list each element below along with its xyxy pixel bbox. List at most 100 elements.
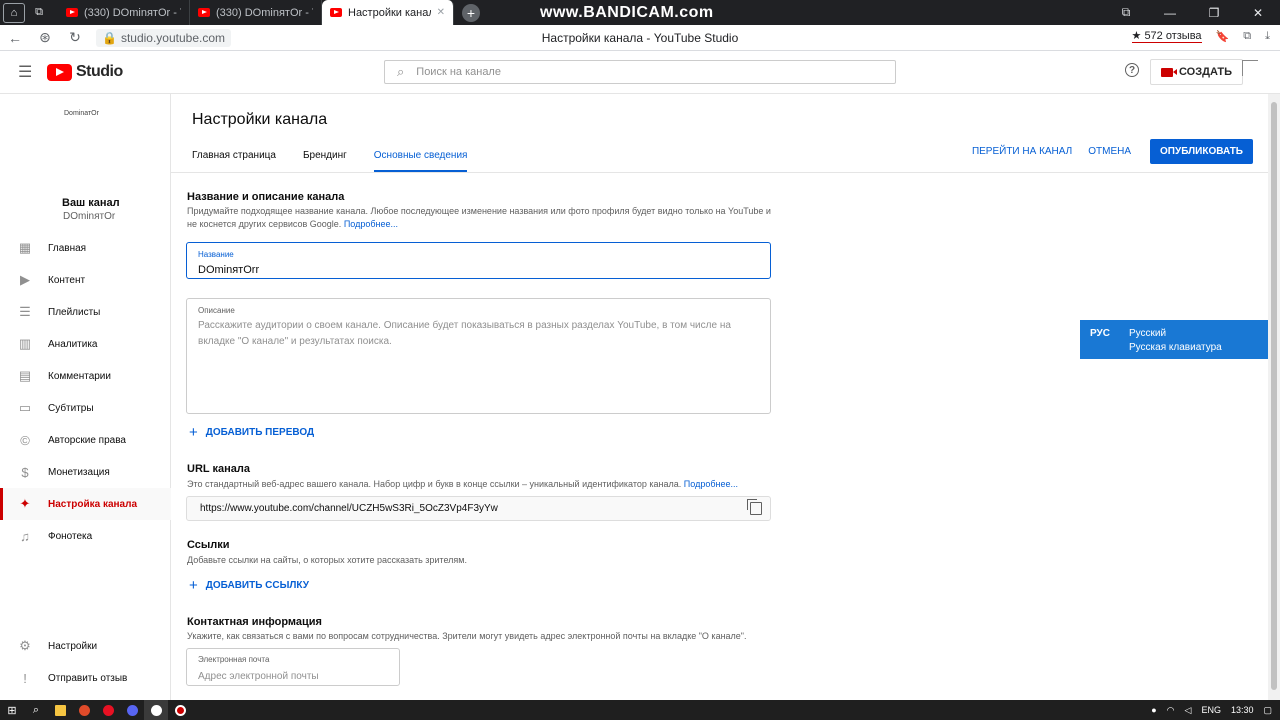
help-icon[interactable]: ? (1125, 63, 1139, 77)
browser-tab-1[interactable]: (330) DΟminятΟr - YouTube (58, 0, 190, 25)
new-window-icon[interactable]: ⧉ (28, 3, 50, 23)
channel-name-value: DΟminятΟrr (198, 264, 260, 276)
tab-branding[interactable]: Брендинг (303, 150, 347, 172)
playlist-icon: ☰ (19, 304, 31, 319)
youtube-favicon-icon (330, 8, 342, 17)
reload-icon[interactable]: ↻ (60, 29, 90, 46)
menu-icon[interactable]: ☰ (18, 62, 32, 82)
address-bar: ← ⊛ ↻ 🔒 studio.youtube.com Настройки кан… (0, 25, 1280, 51)
lang-code: РУС (1090, 328, 1110, 339)
cancel-button[interactable]: ОТМЕНА (1088, 146, 1131, 157)
browser-tab-2[interactable]: (330) DΟminятΟr - YouTube (190, 0, 322, 25)
browser-tabstrip: ⌂ ⧉ (330) DΟminятΟr - YouTube (330) DΟmi… (0, 0, 1280, 25)
add-link-button[interactable]: + ДОБАВИТЬ ССЫЛКУ (189, 577, 309, 594)
sidebar-item-monetization[interactable]: $ Монетизация (0, 456, 171, 488)
sidebar-item-dashboard[interactable]: ▦ Главная (0, 232, 171, 264)
learn-more-link[interactable]: Подробнее... (344, 219, 398, 229)
search-input[interactable]: ⌕ Поиск на канале (384, 60, 896, 84)
wifi-icon[interactable]: ◠ (1167, 705, 1175, 716)
tab-layout[interactable]: Главная страница (192, 150, 276, 172)
youtube-favicon-icon (198, 8, 210, 17)
notifications-icon[interactable]: ▢ (1263, 705, 1272, 716)
studio-header: ☰ Studio ⌕ Поиск на канале ? СОЗДАТЬ (0, 51, 1280, 94)
discord-icon[interactable] (120, 700, 144, 720)
bookmark-icon[interactable]: 🔖 (1216, 30, 1230, 43)
add-translation-button[interactable]: + ДОБАВИТЬ ПЕРЕВОД (189, 424, 314, 441)
shield-icon[interactable]: ⊛ (30, 29, 60, 46)
sidebar-item-feedback[interactable]: ! Отправить отзыв (0, 662, 171, 694)
back-icon[interactable]: ← (0, 30, 30, 46)
tab-basic-info[interactable]: Основные сведения (373, 150, 468, 172)
your-channel-label: Ваш канал (62, 197, 120, 209)
opera-icon[interactable] (96, 700, 120, 720)
extensions-icon[interactable]: ⧉ (1104, 0, 1148, 25)
window-controls: ⧉ — ❐ ✕ (1104, 0, 1280, 25)
youtube-favicon-icon (66, 8, 78, 17)
tray-app-icon[interactable]: ● (1151, 705, 1156, 715)
feedback-icon: ! (23, 670, 27, 686)
system-tray: ● ◠ ◁ ENG 13:30 ▢ (1151, 700, 1272, 720)
sidebar-item-subtitles[interactable]: ▭ Субтитры (0, 392, 171, 424)
sidebar-item-playlists[interactable]: ☰ Плейлисты (0, 296, 171, 328)
description-field[interactable]: Описание Расскажите аудитории о своем ка… (186, 298, 771, 414)
url-field[interactable]: 🔒 studio.youtube.com (96, 28, 232, 47)
channel-avatar[interactable]: DominатOr (64, 110, 99, 117)
home-icon[interactable]: ⌂ (3, 2, 25, 23)
content-icon: ▶ (20, 272, 30, 287)
contact-section-description: Укажите, как связаться с вами по вопроса… (187, 631, 747, 641)
recorder-watermark: www.BANDICAM.com (540, 4, 714, 21)
go-to-channel-button[interactable]: ПЕРЕЙТИ НА КАНАЛ (972, 146, 1072, 157)
youtube-logo-icon (47, 63, 72, 81)
email-field[interactable]: Электронная почта Адрес электронной почт… (186, 648, 400, 686)
url-learn-more-link[interactable]: Подробнее... (684, 479, 738, 489)
audio-library-icon: ♫ (20, 528, 30, 544)
sidebar-item-copyright[interactable]: © Авторские права (0, 424, 171, 456)
sidebar: DominатOr Ваш канал DΟminятΟr ▦ Главная … (0, 94, 171, 700)
page-scrollbar[interactable] (1268, 94, 1280, 700)
bandicam-icon[interactable] (168, 700, 192, 720)
minimize-icon[interactable]: — (1148, 0, 1192, 25)
reviews-link[interactable]: ★ 572 отзыва (1131, 29, 1202, 43)
sidebar-item-content[interactable]: ▶ Контент (0, 264, 171, 296)
sidebar-item-customization[interactable]: ✦ Настройка канала (0, 488, 171, 520)
sidebar-item-settings[interactable]: ⚙ Настройки (0, 630, 171, 662)
close-tab-icon[interactable]: ✕ (437, 7, 445, 18)
customization-tabs: Главная страница Брендинг Основные сведе… (192, 150, 494, 172)
clock[interactable]: 13:30 (1231, 705, 1254, 715)
yandex-browser-icon[interactable] (144, 700, 168, 720)
description-placeholder: Расскажите аудитории о своем канале. Опи… (198, 320, 731, 347)
channel-url-field[interactable]: https://www.youtube.com/channel/UCZH5wS3… (186, 496, 771, 521)
lock-icon: 🔒 (102, 30, 117, 45)
maximize-icon[interactable]: ❐ (1192, 0, 1236, 25)
analytics-icon: ▥ (18, 336, 32, 351)
windows-start-icon[interactable]: ⊞ (0, 700, 24, 720)
sidebar-item-comments[interactable]: ▤ Комментарии (0, 360, 171, 392)
scrollbar-thumb[interactable] (1271, 102, 1277, 690)
page-heading: Настройки канала (192, 111, 328, 128)
volume-icon[interactable]: ◁ (1185, 705, 1192, 716)
close-window-icon[interactable]: ✕ (1236, 0, 1280, 25)
input-language-popup[interactable]: РУС Русский Русская клавиатура (1080, 320, 1280, 359)
app-icon[interactable] (72, 700, 96, 720)
sidebar-item-audio-library[interactable]: ♫ Фонотека (0, 520, 171, 552)
copy-icon[interactable] (747, 499, 762, 515)
os-taskbar: ⊞ ⌕ ● ◠ ◁ ENG 13:30 ▢ (0, 700, 1280, 720)
search-icon[interactable]: ⌕ (24, 700, 48, 720)
browser-tab-3[interactable]: Настройки канала - YouTube ✕ (322, 0, 454, 25)
studio-logo[interactable]: Studio (47, 63, 123, 81)
keyboard-lang[interactable]: ENG (1201, 705, 1221, 715)
channel-name-field[interactable]: Название DΟminятΟrr (186, 242, 771, 279)
create-button[interactable]: СОЗДАТЬ (1150, 59, 1243, 85)
new-tab-button[interactable]: + (462, 3, 480, 22)
tabs-divider (171, 172, 1268, 173)
sidebar-item-analytics[interactable]: ▥ Аналитика (0, 328, 171, 360)
account-avatar[interactable] (1242, 60, 1258, 76)
tab-manager-icon[interactable]: ⧉ (1243, 30, 1251, 43)
name-section-description: Придумайте подходящее название канала. Л… (187, 206, 771, 229)
channel-name: DΟminятΟr (63, 211, 116, 222)
file-explorer-icon[interactable] (48, 700, 72, 720)
dollar-icon: $ (21, 464, 29, 480)
download-icon[interactable]: ⤓ (1265, 30, 1270, 43)
publish-button[interactable]: ОПУБЛИКОВАТЬ (1150, 139, 1253, 164)
links-section-heading: Ссылки (187, 539, 230, 551)
